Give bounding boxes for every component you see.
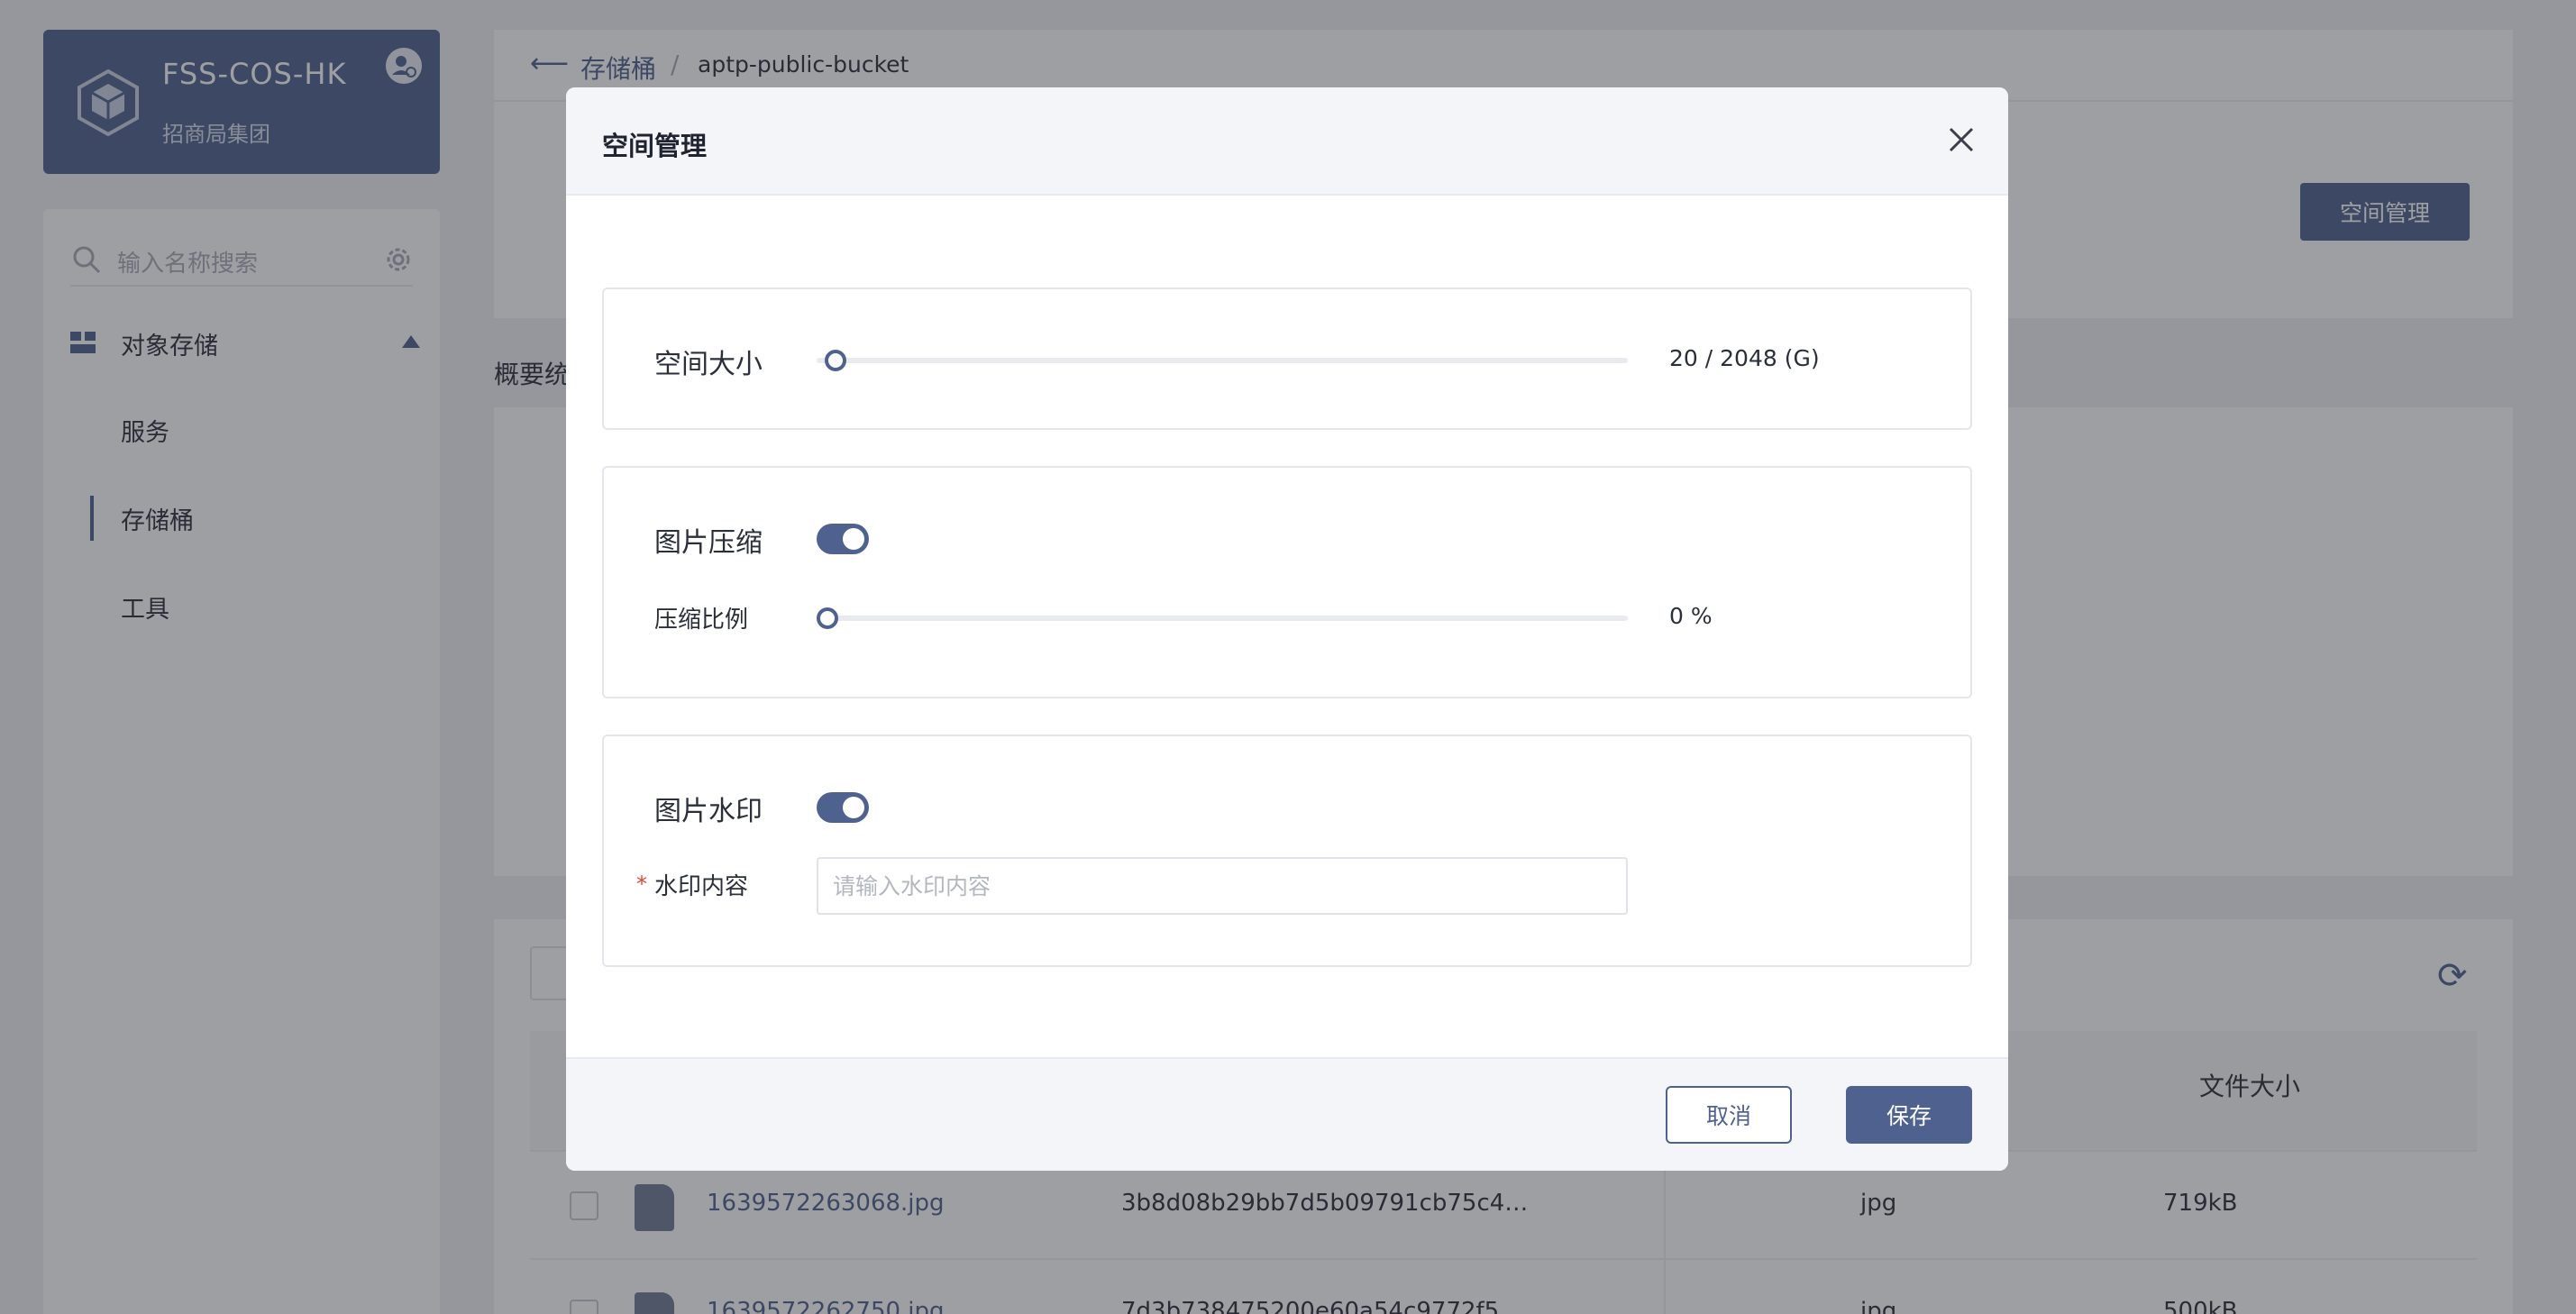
compression-ratio-slider[interactable] <box>817 607 1628 629</box>
image-watermark-toggle[interactable] <box>817 792 869 823</box>
space-size-label: 空间大小 <box>654 349 763 380</box>
dialog-title: 空间管理 <box>602 131 708 161</box>
image-watermark-section: 图片水印 * 水印内容 <box>602 735 1972 967</box>
compression-ratio-label: 压缩比例 <box>654 607 749 634</box>
toggle-knob <box>843 528 864 550</box>
image-compression-label: 图片压缩 <box>654 527 763 559</box>
cancel-button[interactable]: 取消 <box>1666 1086 1792 1144</box>
space-size-slider-handle[interactable] <box>824 350 846 371</box>
space-size-value: 20 / 2048 (G) <box>1669 345 1820 371</box>
compression-ratio-value: 0 % <box>1669 603 1713 629</box>
watermark-content-label: 水印内容 <box>654 873 749 900</box>
image-watermark-label: 图片水印 <box>654 796 763 827</box>
watermark-content-input[interactable] <box>817 857 1628 915</box>
space-management-dialog: 空间管理 空间大小 20 / 2048 (G) 图片压缩 压缩比例 0 % 图片… <box>566 87 2008 1171</box>
compression-ratio-slider-handle[interactable] <box>817 607 838 629</box>
save-button[interactable]: 保存 <box>1846 1086 1972 1144</box>
space-size-slider[interactable] <box>817 350 1628 371</box>
close-icon[interactable] <box>1941 120 1981 160</box>
required-mark: * <box>636 871 647 897</box>
image-compression-section: 图片压缩 压缩比例 0 % <box>602 466 1972 698</box>
dialog-header: 空间管理 <box>566 87 2008 196</box>
toggle-knob <box>843 797 864 818</box>
image-compression-toggle[interactable] <box>817 524 869 554</box>
space-size-section: 空间大小 20 / 2048 (G) <box>602 287 1972 430</box>
dialog-footer: 取消 保存 <box>566 1057 2008 1171</box>
